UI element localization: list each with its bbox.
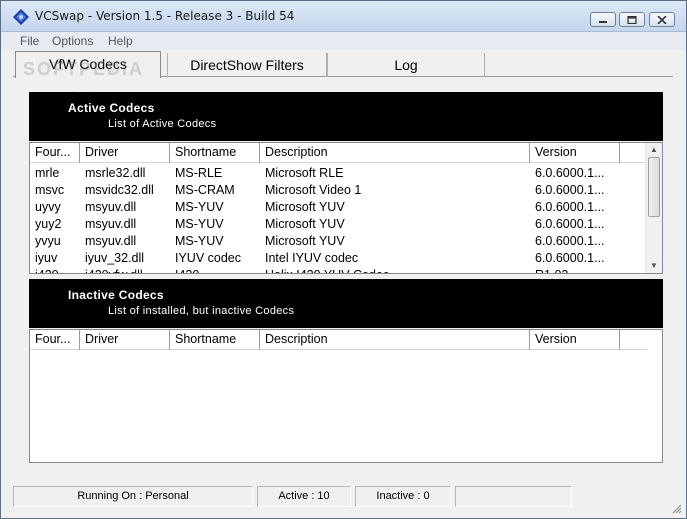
column-header-driver[interactable]: Driver [80, 143, 170, 163]
cell-shortname: IYUV codec [175, 251, 242, 265]
minimize-icon [599, 20, 607, 23]
cell-driver: msyuv.dll [85, 234, 137, 248]
cell-description: Helix I420 YUV Codec [260, 267, 530, 273]
cell-driver: msrle32.dll [85, 166, 146, 180]
cell-version: 6.0.6000.1... [535, 217, 605, 231]
table-row[interactable]: i420i420vfw.dllI420Helix I420 YUV CodecR… [30, 267, 647, 273]
tab-directshow-filters[interactable]: DirectShow Filters [167, 53, 327, 77]
title-bar[interactable]: VCSwap - Version 1.5 - Release 3 - Build… [1, 1, 686, 32]
cell-version: R1.02... [530, 267, 647, 273]
cell-shortname: MS-RLE [175, 166, 223, 180]
cell-driver: i420vfw.dll [80, 267, 170, 273]
active-codecs-list[interactable]: Four... Driver Shortname Description Ver… [29, 142, 663, 274]
active-list-scrollbar[interactable]: ▲ ▼ [645, 143, 662, 273]
tab-log[interactable]: Log [327, 53, 485, 77]
minimize-button[interactable] [590, 12, 616, 27]
column-header-shortname[interactable]: Shortname [170, 143, 260, 163]
inactive-codecs-list[interactable]: Four... Driver Shortname Description Ver… [29, 329, 663, 463]
menu-options[interactable]: Options [52, 34, 93, 48]
scroll-thumb[interactable] [648, 157, 660, 217]
cell-driver: msvidc32.dll [85, 183, 154, 197]
table-row[interactable]: uyvy msyuv.dll MS-YUV Microsoft YUV 6.0.6000… [30, 199, 647, 216]
status-extra [455, 486, 572, 507]
menu-file[interactable]: File [20, 34, 39, 48]
status-active-count: Active : 10 [257, 486, 351, 507]
cell-description: Intel IYUV codec [265, 251, 359, 265]
cell-fourcc: yvyu [35, 234, 61, 248]
status-bar: Running On : Personal Active : 10 Inacti… [1, 484, 686, 518]
menu-help[interactable]: Help [108, 34, 133, 48]
scroll-up-icon[interactable]: ▲ [650, 145, 658, 154]
tab-strip: VfW Codecs DirectShow Filters Log [13, 51, 673, 78]
cell-fourcc: yuy2 [35, 217, 62, 231]
cell-fourcc: uyvy [35, 200, 61, 214]
status-inactive-count: Inactive : 0 [355, 486, 451, 507]
column-header-fourcc[interactable]: Four... [30, 330, 80, 350]
cell-shortname: MS-YUV [175, 217, 224, 231]
active-list-header: Four... Driver Shortname Description Ver… [30, 143, 647, 163]
column-header-description[interactable]: Description [260, 143, 530, 163]
column-header-driver[interactable]: Driver [80, 330, 170, 350]
cell-fourcc: msvc [35, 183, 65, 197]
close-button[interactable] [649, 12, 675, 27]
cell-description: Microsoft YUV [265, 234, 345, 248]
tab-log-label: Log [394, 57, 418, 73]
table-row[interactable]: yvyu msyuv.dll MS-YUV Microsoft YUV 6.0.6000… [30, 233, 647, 250]
cell-shortname: MS-YUV [175, 234, 224, 248]
cell-version: 6.0.6000.1... [535, 251, 605, 265]
cell-shortname: MS-YUV [175, 200, 224, 214]
column-header-version[interactable]: Version [530, 330, 620, 350]
app-logo-icon [13, 9, 29, 25]
active-rows-container: mrle msrle32.dll MS-RLE Microsoft RLE 6.0.60… [30, 165, 647, 273]
inactive-codecs-subtitle: List of installed, but inactive Codecs [108, 305, 295, 317]
cell-description: Microsoft RLE [265, 166, 344, 180]
resize-grip-icon[interactable] [670, 502, 682, 514]
cell-description: Microsoft YUV [265, 217, 345, 231]
cell-fourcc: iyuv [35, 251, 58, 265]
table-row[interactable]: msvc msvidc32.dll MS-CRAM Microsoft Video 1… [30, 182, 647, 199]
cell-driver: msyuv.dll [85, 217, 137, 231]
close-icon [657, 15, 667, 24]
tab-vfw-codecs-label: VfW Codecs [49, 56, 127, 72]
tab-directshow-filters-label: DirectShow Filters [190, 57, 304, 73]
cell-version: 6.0.6000.1... [535, 166, 605, 180]
cell-version: 6.0.6000.1... [535, 200, 605, 214]
cell-version: 6.0.6000.1... [535, 234, 605, 248]
inactive-codecs-title: Inactive Codecs [68, 288, 164, 302]
cell-description: Microsoft Video 1 [265, 183, 362, 197]
column-header-shortname[interactable]: Shortname [170, 330, 260, 350]
maximize-icon [627, 15, 637, 24]
column-header-version[interactable]: Version [530, 143, 620, 163]
maximize-button[interactable] [619, 12, 645, 27]
cell-shortname: MS-CRAM [175, 183, 235, 197]
cell-fourcc: i420 [30, 267, 80, 273]
window-title: VCSwap - Version 1.5 - Release 3 - Build… [35, 9, 295, 23]
scroll-down-icon[interactable]: ▼ [650, 261, 658, 270]
menu-bar: File Options Help [1, 32, 686, 50]
table-row[interactable]: iyuv iyuv_32.dll IYUV codec Intel IYUV code… [30, 250, 647, 267]
cell-description: Microsoft YUV [265, 200, 345, 214]
active-codecs-header: Active Codecs List of Active Codecs [29, 92, 663, 141]
active-codecs-subtitle: List of Active Codecs [108, 118, 217, 130]
table-row[interactable]: mrle msrle32.dll MS-RLE Microsoft RLE 6.0.60… [30, 165, 647, 182]
active-codecs-title: Active Codecs [68, 101, 155, 115]
cell-shortname: I420 [170, 267, 260, 273]
cell-fourcc: mrle [35, 166, 60, 180]
cell-driver: msyuv.dll [85, 200, 137, 214]
column-header-fourcc[interactable]: Four... [30, 143, 80, 163]
cell-driver: iyuv_32.dll [85, 251, 145, 265]
inactive-codecs-header: Inactive Codecs List of installed, but i… [29, 279, 663, 328]
cell-version: 6.0.6000.1... [535, 183, 605, 197]
table-row[interactable]: yuy2 msyuv.dll MS-YUV Microsoft YUV 6.0.6000… [30, 216, 647, 233]
app-window: VCSwap - Version 1.5 - Release 3 - Build… [0, 0, 687, 519]
tab-vfw-codecs[interactable]: VfW Codecs [15, 51, 161, 78]
column-header-description[interactable]: Description [260, 330, 530, 350]
status-running-on: Running On : Personal [13, 486, 253, 507]
inactive-list-header: Four... Driver Shortname Description Ver… [30, 330, 647, 350]
